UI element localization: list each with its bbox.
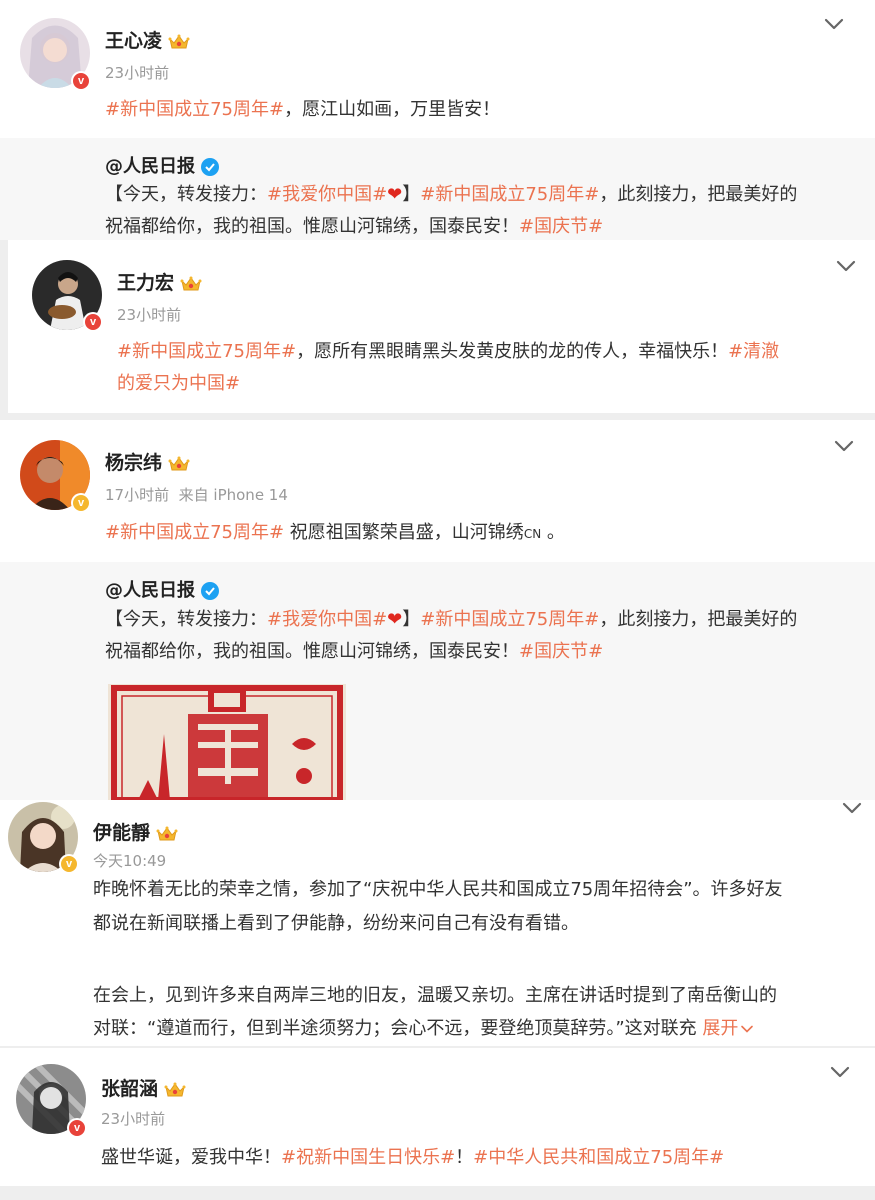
topic-tag[interactable]: #新中国成立75周年# [420, 184, 599, 205]
topic-tag[interactable]: #我爱你中国# [267, 609, 387, 630]
chevron-down-icon[interactable] [833, 438, 855, 454]
author-name[interactable]: 杨宗纬 [105, 448, 190, 475]
topic-tag[interactable]: #新中国成立75周年# [420, 609, 599, 630]
topic-tag[interactable]: #新中国成立75周年# [117, 341, 296, 362]
verified-icon: v [59, 854, 79, 874]
topic-tag[interactable]: #新中国成立75周年# [105, 522, 284, 543]
crown-icon [180, 275, 202, 293]
post-text: #新中国成立75周年#，愿江山如画，万里皆安！ [105, 99, 501, 120]
verified-icon: v [71, 493, 91, 513]
post-time: 23小时前 [101, 1110, 166, 1128]
verified-blue-icon [201, 582, 219, 600]
post-text-line2: 的爱只为中国# [117, 368, 240, 400]
topic-tag[interactable]: #国庆节# [519, 216, 603, 237]
repost-text-line2: 祝福都给你，我的祖国。惟愿山河锦绣，国泰民安！#国庆节# [105, 216, 604, 237]
post-card-1: v 王心凌 23小时前 #新中国成立75周年#，愿江山如画，万里皆安！ @人民日… [0, 0, 875, 240]
post-text-p1-line1: 昨晚怀着无比的荣幸之情，参加了“庆祝中华人民共和国成立75周年招待会”。许多好友 [93, 879, 783, 900]
post-card-3: v 杨宗纬 17小时前 来自 iPhone 14 #新中国成立75周年# 祝愿祖… [0, 420, 875, 800]
post-time: 今天10:49 [93, 852, 167, 870]
repost-text-line2: 祝福都给你，我的祖国。惟愿山河锦绣，国泰民安！#国庆节# [105, 641, 604, 662]
topic-tag[interactable]: #我爱你中国# [267, 184, 387, 205]
crown-icon [168, 33, 190, 51]
post-source[interactable]: 来自 iPhone 14 [179, 486, 288, 504]
post-text: 盛世华诞，爱我中华！#祝新中国生日快乐#！#中华人民共和国成立75周年# [101, 1147, 725, 1168]
author-name[interactable]: 王力宏 [117, 268, 202, 295]
repost-text-line1: 【今天，转发接力：#我爱你中国#❤】#新中国成立75周年#，此刻接力，把最美好的 [105, 184, 798, 205]
post-card-4: v 伊能靜 今天10:49 昨晚怀着无比的荣幸之情，参加了“庆祝中华人民共和国成… [0, 800, 875, 1046]
repost-box[interactable]: @人民日报 【今天，转发接力：#我爱你中国#❤】#新中国成立75周年#，此刻接力… [0, 138, 875, 240]
topic-tag[interactable]: 的爱只为中国# [117, 373, 240, 394]
chevron-down-icon[interactable] [829, 1064, 851, 1080]
repost-text-line1: 【今天，转发接力：#我爱你中国#❤】#新中国成立75周年#，此刻接力，把最美好的 [105, 609, 798, 630]
author-name[interactable]: 张韶涵 [101, 1074, 186, 1101]
topic-tag[interactable]: #清澈 [728, 341, 779, 362]
verified-icon: v [83, 312, 103, 332]
post-card-5: v 张韶涵 23小时前 盛世华诞，爱我中华！#祝新中国生日快乐#！#中华人民共和… [0, 1048, 875, 1186]
post-meta: 17小时前 来自 iPhone 14 [105, 484, 288, 505]
verified-icon: v [67, 1118, 87, 1138]
expand-link[interactable]: 展开 [702, 1018, 754, 1039]
chevron-down-icon [741, 1025, 754, 1033]
post-time: 23小时前 [105, 64, 170, 82]
post-time: 17小时前 [105, 486, 170, 504]
post-text-p1-line2: 都说在新闻联播上看到了伊能静，纷纷来问自己有没有看错。 [93, 913, 579, 934]
topic-tag[interactable]: #祝新中国生日快乐# [281, 1147, 455, 1168]
repost-image[interactable] [108, 684, 346, 800]
post-card-2: v 王力宏 23小时前 #新中国成立75周年#，愿所有黑眼睛黑头发黄皮肤的龙的传… [8, 240, 875, 413]
topic-tag[interactable]: #中华人民共和国成立75周年# [473, 1147, 724, 1168]
chevron-down-icon[interactable] [823, 16, 845, 32]
heart-icon: ❤ [387, 184, 403, 205]
verified-icon: v [71, 71, 91, 91]
author-name[interactable]: 王心凌 [105, 26, 190, 53]
author-name[interactable]: 伊能靜 [93, 818, 178, 845]
crown-icon [168, 455, 190, 473]
repost-author[interactable]: @人民日报 [105, 152, 219, 178]
post-text-line1: #新中国成立75周年#，愿所有黑眼睛黑头发黄皮肤的龙的传人，幸福快乐！#清澈 [117, 341, 780, 362]
repost-box[interactable]: @人民日报 【今天，转发接力：#我爱你中国#❤】#新中国成立75周年#，此刻接力… [0, 562, 875, 800]
chevron-down-icon[interactable] [835, 258, 857, 274]
crown-icon [164, 1081, 186, 1099]
chevron-down-icon[interactable] [841, 800, 863, 816]
heart-icon: ❤ [387, 609, 403, 630]
verified-blue-icon [201, 158, 219, 176]
post-time: 23小时前 [117, 306, 182, 324]
topic-tag[interactable]: #新中国成立75周年# [105, 99, 284, 120]
cn-flag-text: CN [523, 527, 542, 541]
repost-author[interactable]: @人民日报 [105, 576, 219, 602]
topic-tag[interactable]: #国庆节# [519, 641, 603, 662]
post-text-p2-line2: 对联：“遵道而行，但到半途须努力；会心不远，要登绝顶莫辞劳。”这对联充 展开 [93, 1013, 754, 1045]
post-text-p2-line1: 在会上，见到许多来自两岸三地的旧友，温暖又亲切。主席在讲话时提到了南岳衡山的 [93, 985, 777, 1006]
crown-icon [156, 825, 178, 843]
post-text: #新中国成立75周年# 祝愿祖国繁荣昌盛，山河锦绣CN 。 [105, 522, 565, 543]
